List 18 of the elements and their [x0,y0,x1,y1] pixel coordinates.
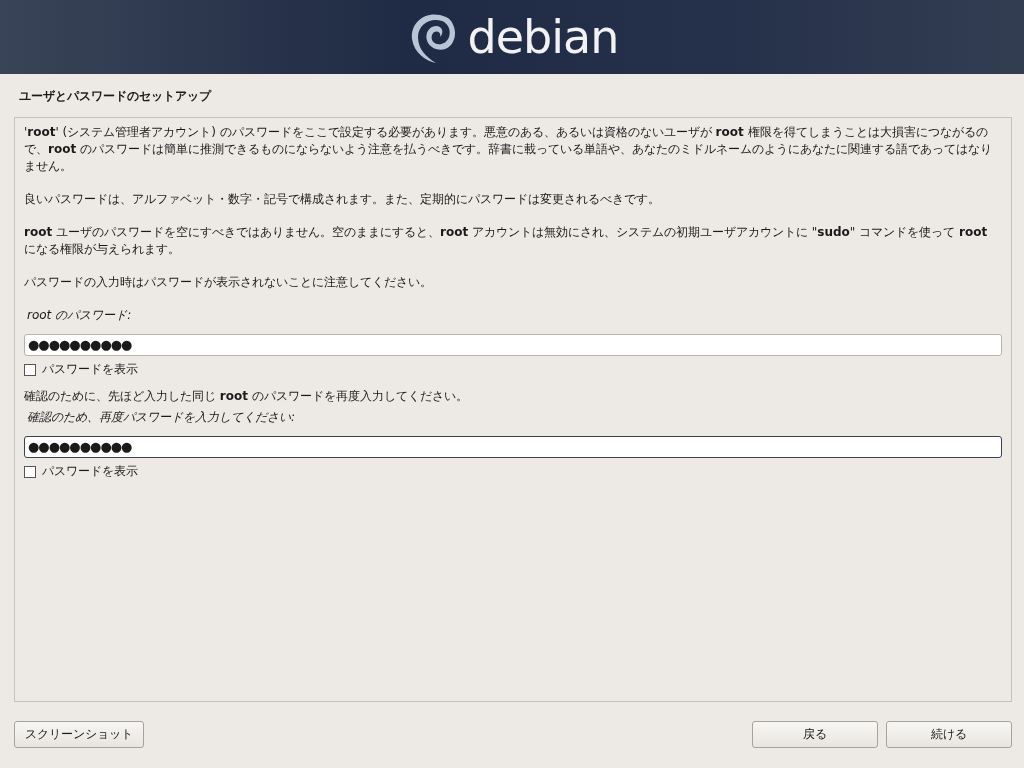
checkbox[interactable] [24,465,36,478]
description-text: root ユーザのパスワードを空にすべきではありません。空のままにすると、root アカウントは無効にされ、システムの初期ユーザアカウントに "sudo" コマンドを使って root になる権限が与えられます。 [24,224,989,258]
description-text: 良いパスワードは、アルファベット・数字・記号で構成されます。また、定期的にパスワードは変更されるべきです。 [24,191,661,208]
password-field[interactable]: ●●●●●●●●●● [24,436,1002,458]
checkbox-label[interactable]: パスワードを表示 [42,361,138,378]
field-label: 確認のため、再度パスワードを入力してください: [26,409,297,426]
page-title: ユーザとパスワードのセットアップ [18,88,213,105]
checkbox-label[interactable]: パスワードを表示 [42,463,138,480]
screenshot-button[interactable]: スクリーンショット [14,721,144,748]
back-button[interactable]: 戻る [752,721,878,748]
field-label: root のパスワード: [26,307,133,324]
checkbox[interactable] [24,363,36,376]
description-text: 'root' (システム管理者アカウント) のパスワードをここで設定する必要があります。悪意のある、あるいは資格のないユーザが root 権限を得てしまうことは大損害につながるので、root のパスワードは簡単に推測できるものにならないよう注意を払うべきです。辞書に載っている単語や、あなたのミドルネームのようにあなたに関連する語であってはなりません。 [24,124,993,175]
logo-text: debian [467,10,619,64]
description-text: 確認のために、先ほど入力した同じ root のパスワードを再度入力してください。 [24,388,469,405]
description-text: パスワードの入力時はパスワードが表示されないことに注意してください。 [24,274,433,291]
password-field[interactable]: ●●●●●●●●●● [24,334,1002,356]
continue-button[interactable]: 続ける [886,721,1012,748]
